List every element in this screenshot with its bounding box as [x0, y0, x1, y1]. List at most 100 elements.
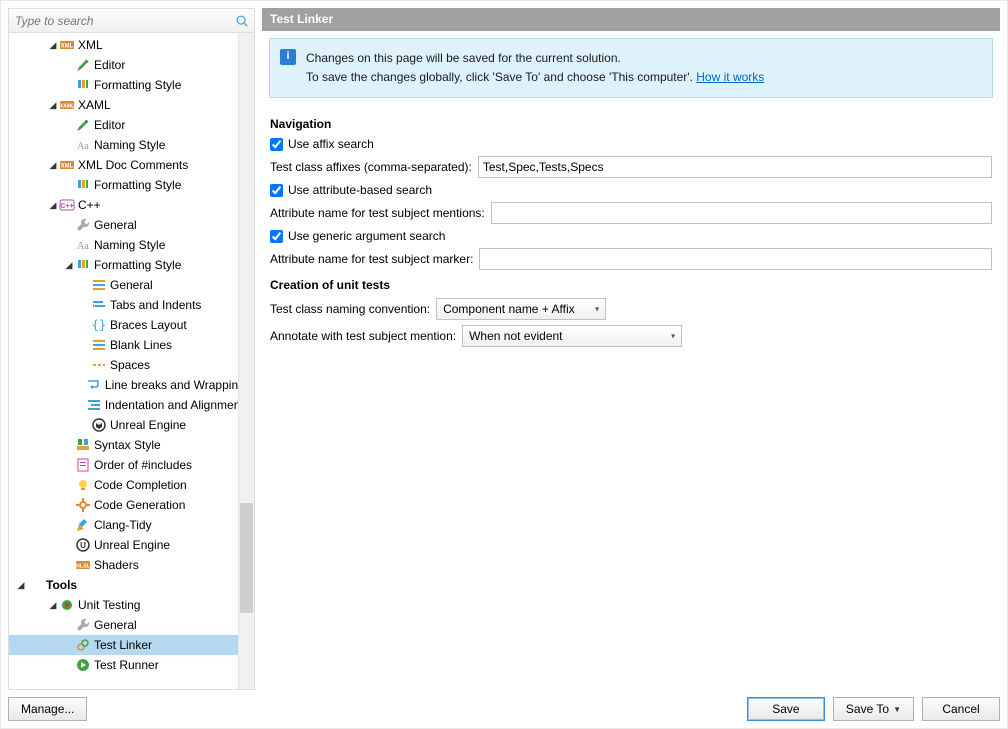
expand-icon[interactable]: ◢ [47, 40, 59, 51]
tree-item-label: Tabs and Indents [110, 298, 207, 312]
cancel-button[interactable]: Cancel [922, 697, 1000, 721]
tree-item-cpp-clang-tidy[interactable]: ◢Clang-Tidy [9, 515, 238, 535]
tabs-icon [91, 297, 107, 313]
tree-item-cpp-blank-lines[interactable]: ◢Blank Lines [9, 335, 238, 355]
tree-item-cpp-syntax-style[interactable]: ◢ Syntax Style [9, 435, 238, 455]
annotate-value: When not evident [469, 329, 562, 343]
search-icon[interactable] [234, 13, 250, 29]
tree-item-cpp-code-completion[interactable]: ◢Code Completion [9, 475, 238, 495]
tree-item-xaml-naming-style[interactable]: ◢AaNaming Style [9, 135, 238, 155]
how-it-works-link[interactable]: How it works [696, 70, 764, 84]
tree-item-label: XML Doc Comments [78, 158, 194, 172]
tree-item-label: Test Linker [94, 638, 158, 652]
attr-mentions-label: Attribute name for test subject mentions… [270, 206, 485, 220]
affixes-input[interactable] [478, 156, 992, 178]
naming-convention-label: Test class naming convention: [270, 302, 430, 316]
tree-item-cpp-formatting-general[interactable]: ◢ General [9, 275, 238, 295]
attr-mentions-input[interactable] [491, 202, 992, 224]
tree-item-cpp-unreal-engine[interactable]: ◢UUnreal Engine [9, 535, 238, 555]
tree-item-unit-testing[interactable]: ◢ Unit Testing [9, 595, 238, 615]
tree-item-cpp-spaces[interactable]: ◢Spaces [9, 355, 238, 375]
tree-item-cpp-general[interactable]: ◢General [9, 215, 238, 235]
expand-icon[interactable]: ◢ [15, 580, 27, 591]
tree-item-label: Order of #includes [94, 458, 198, 472]
tree-item-label: General [110, 278, 159, 292]
twisty-none: ◢ [63, 120, 75, 131]
use-attribute-search-checkbox[interactable]: Use attribute-based search [270, 183, 432, 197]
naming-convention-dropdown[interactable]: Component name + Affix ▾ [436, 298, 606, 320]
tree-item-label: XAML [78, 98, 117, 112]
xaml-icon: XAML [59, 97, 75, 113]
expand-icon[interactable]: ◢ [63, 260, 75, 271]
tree-item-ut-general[interactable]: ◢General [9, 615, 238, 635]
use-generic-search-input[interactable] [270, 230, 283, 243]
tree-item-tools[interactable]: ◢Tools [9, 575, 238, 595]
sheet-icon [75, 457, 91, 473]
expand-icon[interactable]: ◢ [47, 160, 59, 171]
expand-icon[interactable]: ◢ [47, 200, 59, 211]
tree-item-cpp-includes[interactable]: ◢ Order of #includes [9, 455, 238, 475]
svg-text:C++: C++ [60, 203, 73, 210]
tree-item-label: Unit Testing [78, 598, 146, 612]
tree-item-cpp-indentation[interactable]: ◢Indentation and Alignment [9, 395, 238, 415]
tree-item-label: Test Runner [94, 658, 165, 672]
braces-icon: {} [91, 317, 107, 333]
tree-item-xml[interactable]: ◢XMLXML [9, 35, 238, 55]
annotate-label: Annotate with test subject mention: [270, 329, 456, 343]
blank-icon [27, 577, 43, 593]
tree-item-cpp-tabs-indents[interactable]: ◢Tabs and Indents [9, 295, 238, 315]
tree-item-cpp[interactable]: ◢C++C++ [9, 195, 238, 215]
twisty-none: ◢ [63, 440, 75, 451]
annotate-dropdown[interactable]: When not evident ▾ [462, 325, 682, 347]
tree-item-xml-formatting-style[interactable]: ◢Formatting Style [9, 75, 238, 95]
save-button[interactable]: Save [747, 697, 825, 721]
tree-item-xaml-editor[interactable]: ◢Editor [9, 115, 238, 135]
chevron-down-icon: ▼ [893, 705, 901, 714]
twisty-none: ◢ [63, 460, 75, 471]
manage-button[interactable]: Manage... [8, 697, 87, 721]
twisty-none: ◢ [63, 660, 75, 671]
tree-item-cpp-shaders[interactable]: ◢HLSLShaders [9, 555, 238, 575]
search-input[interactable] [13, 12, 234, 30]
twisty-none: ◢ [79, 280, 91, 291]
gear-icon [75, 497, 91, 513]
expand-icon[interactable]: ◢ [47, 100, 59, 111]
tree-item-xmldoc-formatting-style[interactable]: ◢Formatting Style [9, 175, 238, 195]
tree-item-ut-test-linker[interactable]: ◢Test Linker [9, 635, 238, 655]
twisty-none: ◢ [63, 80, 75, 91]
use-attribute-search-input[interactable] [270, 184, 283, 197]
tree-item-xml-doc-comments[interactable]: ◢XMLXML Doc Comments [9, 155, 238, 175]
tree-item-cpp-unreal[interactable]: ◢Unreal Engine [9, 415, 238, 435]
twisty-none: ◢ [63, 180, 75, 191]
wrench-icon [75, 617, 91, 633]
tree-item-xml-editor[interactable]: ◢Editor [9, 55, 238, 75]
twisty-none: ◢ [63, 220, 75, 231]
twisty-none: ◢ [63, 520, 75, 531]
info-icon: i [280, 49, 296, 65]
twisty-none: ◢ [63, 480, 75, 491]
attr-marker-input[interactable] [479, 248, 992, 270]
svg-text:XAML: XAML [60, 104, 75, 110]
expand-icon[interactable]: ◢ [47, 600, 59, 611]
use-affix-search-checkbox[interactable]: Use affix search [270, 137, 374, 151]
tree-item-label: Syntax Style [94, 438, 167, 452]
use-affix-search-input[interactable] [270, 138, 283, 151]
spaces-icon [91, 357, 107, 373]
sidebar-scrollbar[interactable] [238, 33, 254, 689]
twisty-none: ◢ [79, 360, 91, 371]
save-to-button[interactable]: Save To ▼ [833, 697, 914, 721]
twisty-none: ◢ [63, 140, 75, 151]
svg-text:HLSL: HLSL [76, 564, 91, 570]
brush2-icon [75, 437, 91, 453]
tree-item-cpp-code-generation[interactable]: ◢Code Generation [9, 495, 238, 515]
note-line2: To save the changes globally, click 'Sav… [306, 70, 696, 84]
use-affix-search-label: Use affix search [288, 137, 374, 151]
tree-item-xaml[interactable]: ◢XAMLXAML [9, 95, 238, 115]
use-generic-search-checkbox[interactable]: Use generic argument search [270, 229, 445, 243]
tree-item-cpp-formatting-style[interactable]: ◢Formatting Style [9, 255, 238, 275]
tree-item-cpp-braces-layout[interactable]: ◢{}Braces Layout [9, 315, 238, 335]
tree-item-ut-test-runner[interactable]: ◢ Test Runner [9, 655, 238, 675]
tree-item-cpp-naming-style[interactable]: ◢AaNaming Style [9, 235, 238, 255]
link-icon [75, 637, 91, 653]
tree-item-cpp-line-breaks[interactable]: ◢Line breaks and Wrapping [9, 375, 238, 395]
